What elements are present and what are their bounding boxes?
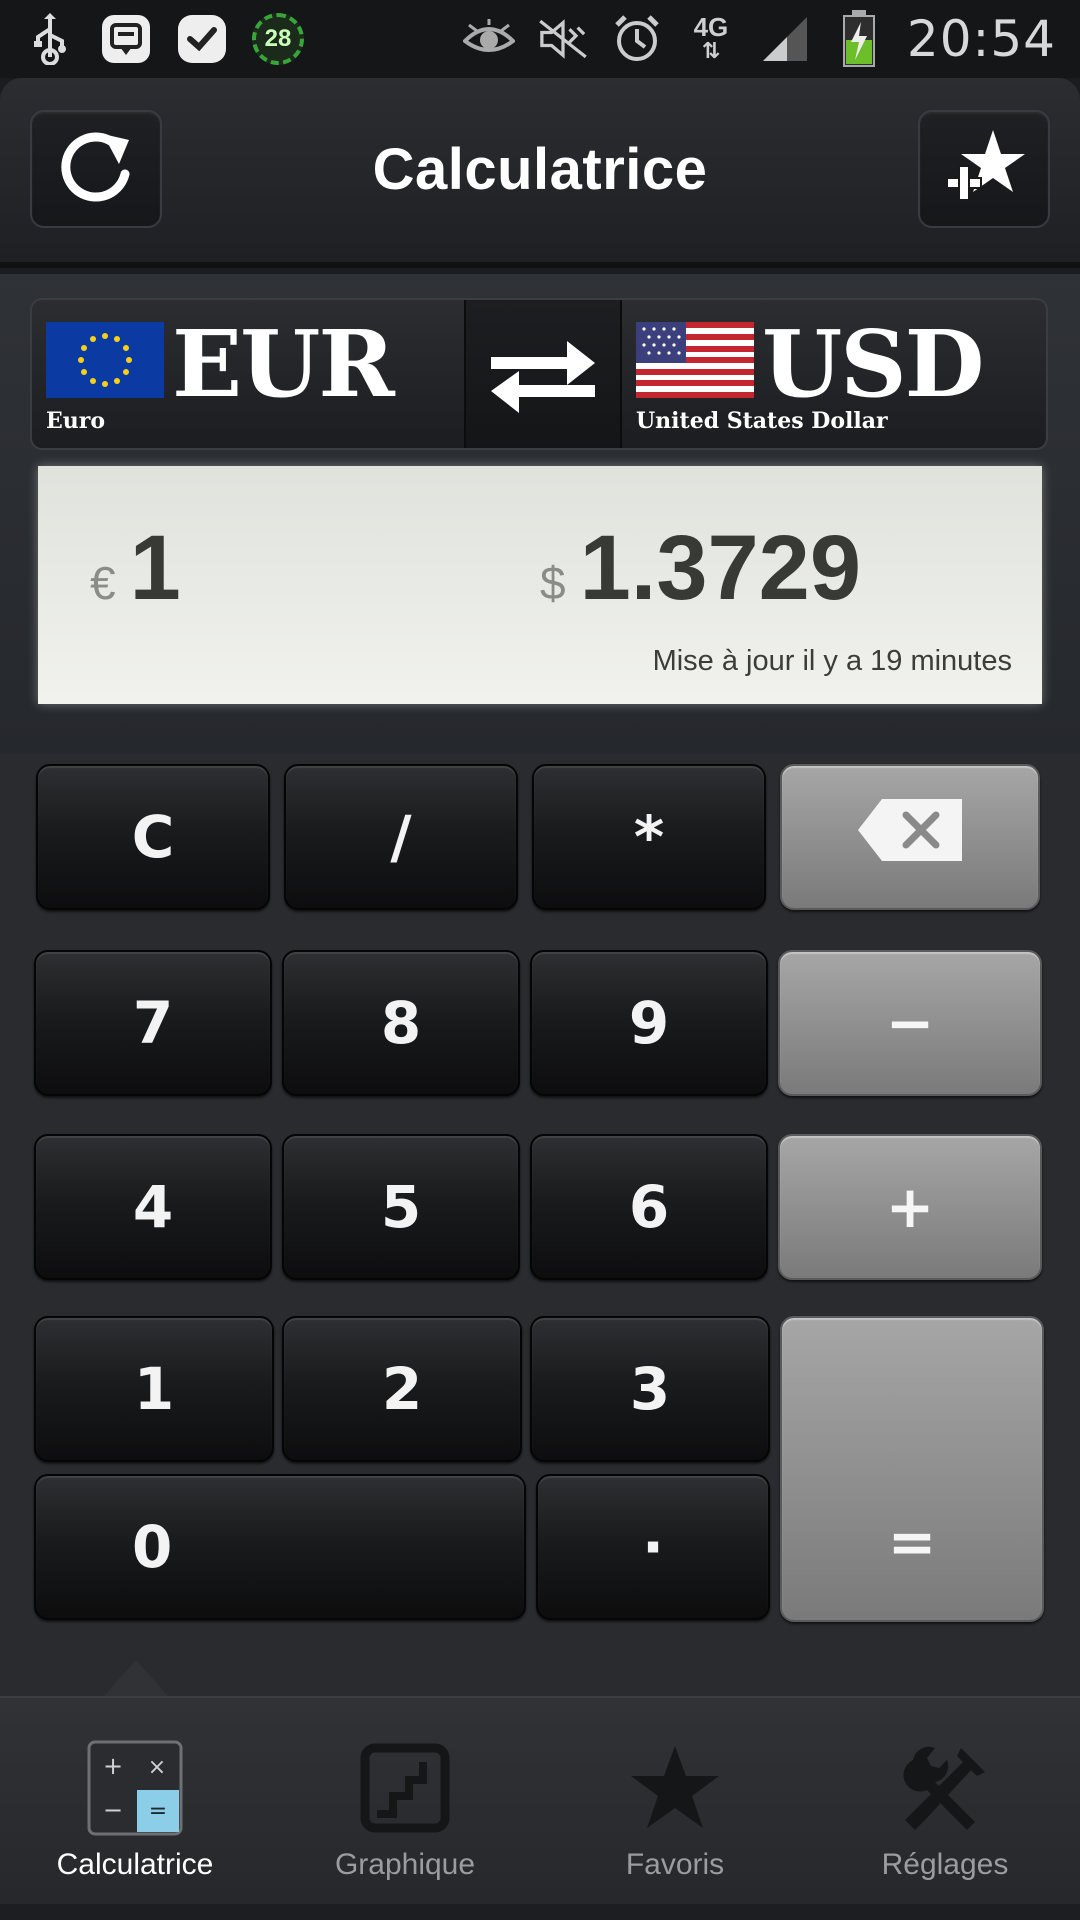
from-amount-display[interactable]: € 1 <box>90 516 181 621</box>
to-currency-name: United States Dollar <box>636 408 888 434</box>
add-favorite-button[interactable] <box>918 110 1050 228</box>
key-1[interactable]: 1 <box>34 1316 274 1462</box>
nav-tab-favoris[interactable]: Favoris <box>540 1698 810 1920</box>
to-amount-display: $ 1.3729 <box>540 516 861 621</box>
star-icon <box>627 1740 723 1836</box>
svg-text:=: = <box>149 1799 167 1824</box>
clock-time: 20:54 <box>906 10 1056 68</box>
network-4g-icon: 4G ⇅ <box>693 12 729 63</box>
to-currency-code: USD <box>762 310 984 418</box>
from-currency-name: Euro <box>46 408 106 434</box>
from-currency-code: EUR <box>172 310 395 418</box>
dollar-symbol: $ <box>540 557 566 609</box>
minus-key[interactable]: − <box>778 950 1042 1096</box>
euro-symbol: € <box>90 557 116 609</box>
nav-tab-reglages[interactable]: Réglages <box>810 1698 1080 1920</box>
keypad: C / * 7 8 9 − 4 5 6 + 1 2 3 = 0 · <box>0 754 1080 1696</box>
battery-charging-icon <box>833 10 885 67</box>
svg-text:×: × <box>148 1755 166 1780</box>
key-3[interactable]: 3 <box>530 1316 770 1462</box>
active-tab-pointer <box>104 1660 168 1696</box>
currency-area: EUR Euro USD United States Dollar € 1 $ … <box>0 274 1080 754</box>
app-header: Calculatrice <box>0 78 1080 268</box>
status-bar: 28 4G ⇅ 20:54 <box>0 0 1080 78</box>
key-5[interactable]: 5 <box>282 1134 520 1280</box>
key-2[interactable]: 2 <box>282 1316 522 1462</box>
nav-tab-graphique[interactable]: Graphique <box>270 1698 540 1920</box>
calculator-icon: + × − = <box>87 1740 183 1836</box>
from-amount-value: 1 <box>129 517 181 619</box>
plus-key[interactable]: + <box>778 1134 1042 1280</box>
to-currency-selector[interactable]: USD United States Dollar <box>636 300 1046 448</box>
add-favorite-icon <box>941 124 1027 215</box>
conversion-display: € 1 $ 1.3729 Mise à jour il y a 19 minut… <box>38 466 1042 704</box>
eye-icon <box>462 13 515 65</box>
bottom-navigation: + × − = Calculatrice Graphique Favoris R… <box>0 1696 1080 1920</box>
currency-selector-bar: EUR Euro USD United States Dollar <box>30 298 1048 450</box>
from-currency-selector[interactable]: EUR Euro <box>46 300 486 448</box>
signal-icon <box>759 13 811 65</box>
key-7[interactable]: 7 <box>34 950 272 1096</box>
key-6[interactable]: 6 <box>530 1134 768 1280</box>
backspace-icon <box>856 797 964 877</box>
key-9[interactable]: 9 <box>530 950 768 1096</box>
key-4[interactable]: 4 <box>34 1134 272 1280</box>
nav-label-reglages: Réglages <box>881 1848 1009 1881</box>
settings-tools-icon <box>897 1740 993 1836</box>
svg-text:−: − <box>103 1796 123 1824</box>
swap-arrows-icon <box>487 331 599 422</box>
equals-key[interactable]: = <box>780 1316 1044 1622</box>
multiply-key[interactable]: * <box>532 764 766 910</box>
eu-flag-icon <box>46 322 164 398</box>
clear-key[interactable]: C <box>36 764 270 910</box>
chart-icon <box>357 1740 453 1836</box>
nav-label-graphique: Graphique <box>334 1848 476 1881</box>
us-flag-icon <box>636 322 754 398</box>
badge-28-icon: 28 <box>252 13 304 65</box>
nav-label-calculatrice: Calculatrice <box>56 1848 214 1881</box>
nav-tab-calculatrice[interactable]: + × − = Calculatrice <box>0 1698 270 1920</box>
key-8[interactable]: 8 <box>282 950 520 1096</box>
nav-label-favoris: Favoris <box>625 1848 725 1881</box>
alarm-icon <box>611 13 663 65</box>
swap-currencies-button[interactable] <box>464 300 622 448</box>
bottom-edge <box>0 1904 1080 1920</box>
last-update-text: Mise à jour il y a 19 minutes <box>652 645 1012 677</box>
check-chat-icon <box>176 13 228 65</box>
mute-icon <box>537 13 589 65</box>
divide-key[interactable]: / <box>284 764 518 910</box>
to-amount-value: 1.3729 <box>579 517 861 619</box>
key-0[interactable]: 0 <box>34 1474 526 1620</box>
svg-text:+: + <box>103 1752 123 1780</box>
backspace-key[interactable] <box>780 764 1040 910</box>
usb-icon <box>24 13 76 65</box>
decimal-key[interactable]: · <box>536 1474 770 1620</box>
message-icon <box>100 13 152 65</box>
